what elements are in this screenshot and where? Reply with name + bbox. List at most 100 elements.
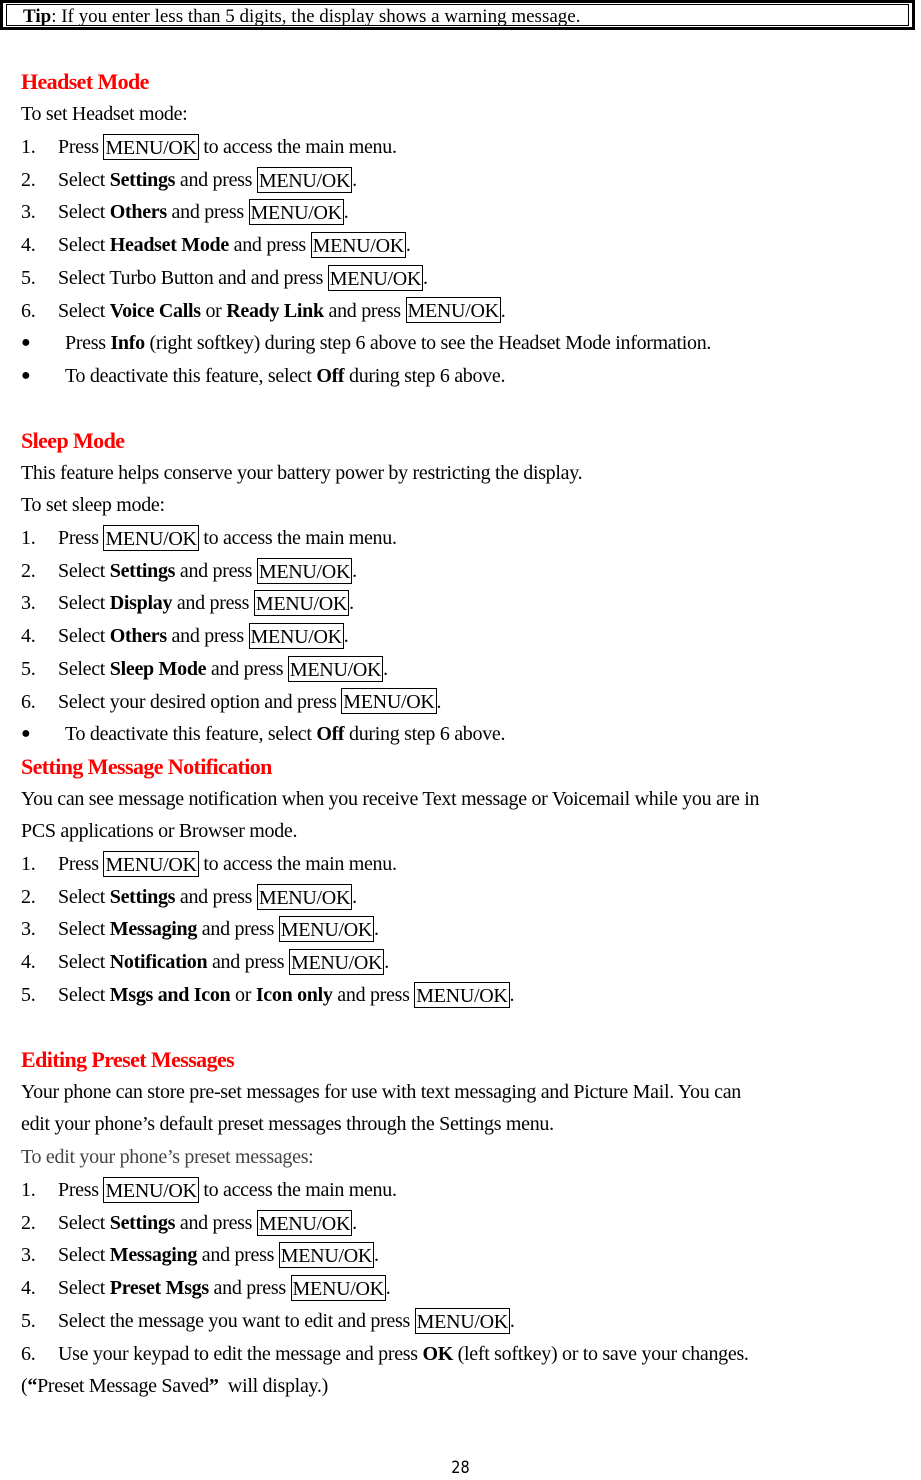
menu-option-name: Settings: [109, 885, 176, 908]
step-text: .: [436, 690, 442, 713]
step-item: 1. Press MENU/OK to access the main menu.: [21, 131, 397, 163]
step-text: .: [509, 1309, 515, 1332]
bullet-text: during step 6 above.: [344, 364, 506, 387]
step-item: 3. Select Messaging and press MENU/OK.: [21, 913, 379, 945]
step-number: 2.: [21, 559, 36, 582]
note-quote-open: “: [27, 1375, 38, 1397]
notification-description-line1: You can see message notification when yo…: [21, 788, 760, 810]
step-text: Select: [58, 1277, 110, 1300]
step-text: .: [349, 592, 354, 615]
step-text: and press: [207, 951, 289, 974]
step-number: 5.: [21, 657, 36, 680]
step-text: Select the message you want to edit and …: [58, 1309, 415, 1332]
step-text: and press: [175, 1211, 257, 1234]
bullet-text: Press: [65, 332, 111, 355]
step-item: 5. Select Sleep Mode and press MENU/OK.: [21, 653, 388, 685]
step-item: 6. Select Voice Calls or Ready Link and p…: [21, 295, 506, 327]
heading-message-notification: Setting Message Notification: [21, 754, 272, 779]
step-text: Select your desired option and press: [58, 690, 342, 713]
step-item: 2. Select Settings and press MENU/OK.: [21, 1207, 357, 1239]
step-item: 5. Select the message you want to edit an…: [21, 1305, 515, 1337]
menu-ok-key: MENU/OK: [256, 883, 353, 910]
menu-option-name: Msgs and Icon: [109, 983, 231, 1006]
sleep-description: This feature helps conserve your battery…: [21, 462, 583, 484]
step-text: Select: [58, 234, 110, 257]
step-text: .: [500, 299, 506, 322]
step-number: 5.: [21, 983, 36, 1006]
menu-ok-key: MENU/OK: [341, 688, 437, 715]
step-number: 3.: [21, 1244, 36, 1267]
note-quote-close: ”: [208, 1375, 219, 1397]
step-text: .: [384, 951, 389, 974]
step-text: Select: [58, 918, 110, 941]
menu-ok-key: MENU/OK: [288, 949, 385, 975]
bullet-text: To deactivate this feature, select: [65, 364, 317, 387]
step-text: .: [374, 918, 379, 941]
menu-option-name: Off: [316, 364, 345, 387]
menu-ok-key: MENU/OK: [278, 916, 375, 943]
bullet-item: ● To deactivate this feature, select Off …: [21, 360, 505, 392]
bullet-item: ● To deactivate this feature, select Off …: [21, 718, 505, 750]
menu-option-name: Settings: [109, 168, 176, 191]
menu-option-name: Ready Link: [226, 299, 324, 322]
step-text: Select: [58, 168, 110, 191]
menu-option-name: Off: [316, 723, 345, 746]
step-text: Press: [58, 1179, 104, 1201]
step-number: 1.: [21, 527, 36, 549]
menu-ok-key: MENU/OK: [256, 166, 353, 193]
menu-ok-key: MENU/OK: [253, 590, 350, 617]
step-number: 6.: [21, 690, 36, 713]
bullet-icon: ●: [21, 366, 31, 384]
menu-option-name: Display: [109, 592, 173, 615]
heading-headset-mode: Headset Mode: [21, 69, 149, 94]
step-text: Select: [58, 201, 110, 224]
step-number: 1.: [21, 853, 36, 875]
step-text: or: [230, 983, 256, 1006]
step-text: and press: [175, 168, 257, 191]
step-text: .: [352, 885, 357, 908]
step-text: to access the main menu.: [198, 527, 397, 549]
step-text: .: [405, 234, 411, 257]
step-number: 1.: [21, 136, 36, 158]
step-text: Select: [58, 625, 110, 648]
step-text: and press: [323, 299, 406, 322]
step-text: and press: [332, 983, 415, 1006]
step-text: .: [423, 266, 428, 289]
step-text: Select: [58, 299, 110, 322]
step-text: or: [200, 299, 227, 322]
step-item: 6. Select your desired option and press M…: [21, 686, 442, 718]
menu-ok-key: MENU/OK: [310, 232, 406, 258]
step-text: to access the main menu.: [198, 1179, 397, 1201]
step-item: 4. Select Headset Mode and press MENU/OK.: [21, 229, 411, 261]
menu-ok-key: MENU/OK: [256, 557, 353, 584]
step-text: Press: [58, 527, 104, 549]
step-text: to access the main menu.: [198, 136, 397, 158]
step-text: Press: [58, 853, 104, 875]
menu-option-name: Others: [109, 625, 167, 648]
step-item: 5. Select Msgs and Icon or Icon only and …: [21, 979, 515, 1011]
menu-ok-key: MENU/OK: [290, 1275, 386, 1301]
bullet-text: during step 6 above.: [344, 723, 506, 746]
step-number: 6.: [21, 299, 36, 322]
step-item: 5. Select Turbo Button and and press MENU…: [21, 262, 428, 294]
menu-option-name: Notification: [109, 951, 208, 974]
menu-ok-key: MENU/OK: [405, 297, 501, 324]
step-number: 3.: [21, 201, 36, 224]
step-item: 2. Select Settings and press MENU/OK.: [21, 881, 357, 913]
step-text: .: [352, 559, 357, 582]
heading-sleep-mode: Sleep Mode: [21, 428, 125, 453]
step-text: Use your keypad to edit the message and …: [58, 1342, 423, 1365]
menu-option-name: Headset Mode: [109, 234, 229, 257]
step-item: 2. Select Settings and press MENU/OK.: [21, 555, 357, 587]
step-text: and press: [166, 201, 249, 224]
note-paren-close: will display.): [218, 1375, 328, 1397]
step-text: .: [352, 1211, 357, 1234]
menu-option-name: Messaging: [109, 918, 198, 941]
menu-ok-key: MENU/OK: [103, 1176, 199, 1203]
menu-option-name: Preset Msgs: [109, 1277, 209, 1300]
step-number: 5.: [21, 1309, 36, 1332]
menu-option-name: Icon only: [255, 983, 333, 1006]
step-item: 1. Press MENU/OK to access the main menu.: [21, 848, 397, 880]
menu-option-name: Settings: [109, 559, 176, 582]
preset-description-line2: edit your phone’s default preset message…: [21, 1113, 554, 1135]
